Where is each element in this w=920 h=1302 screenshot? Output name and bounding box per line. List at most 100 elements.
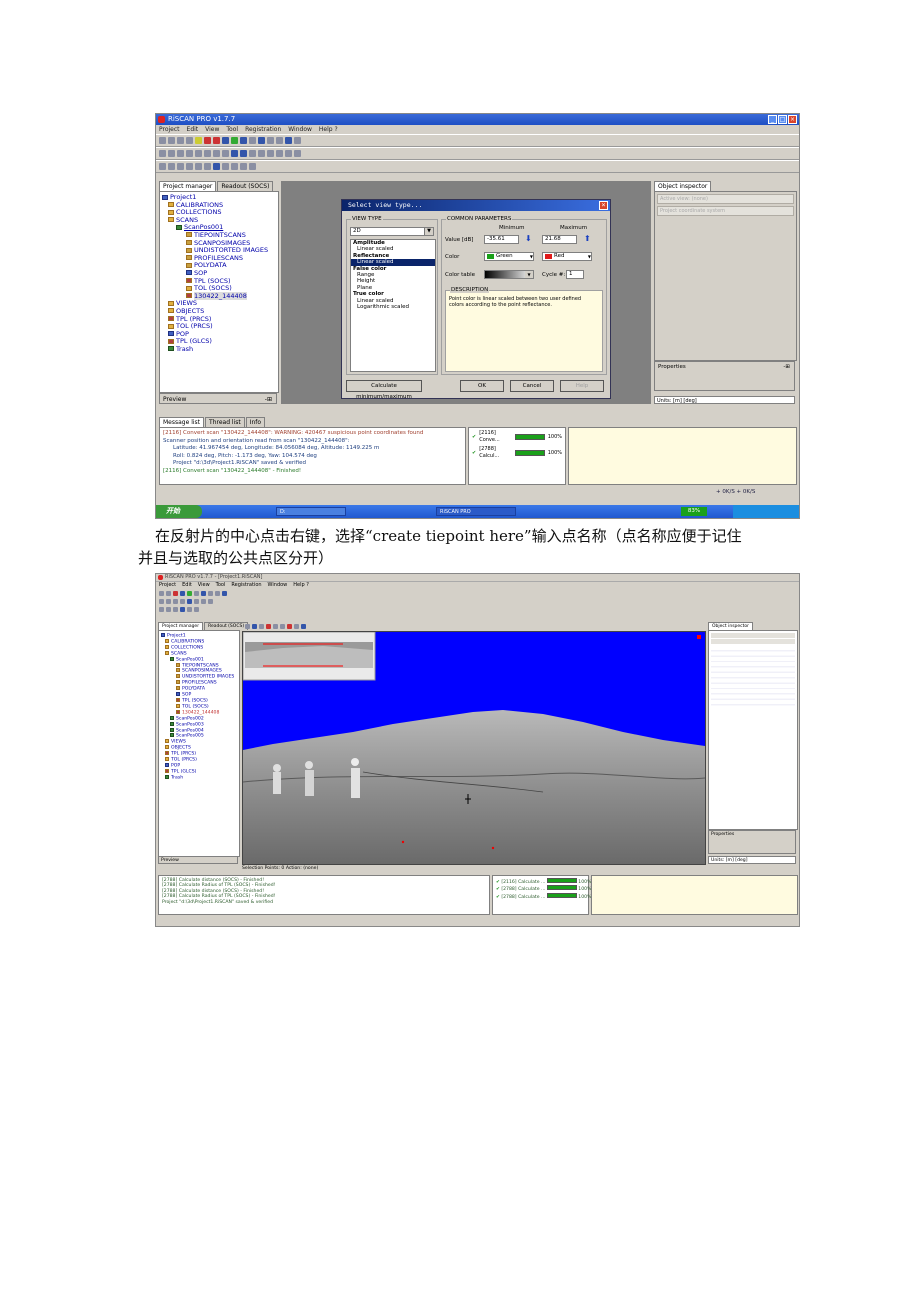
zoom-icon[interactable] bbox=[173, 598, 178, 604]
menu-edit[interactable]: Edit bbox=[182, 582, 192, 589]
tab-object-inspector[interactable]: Object inspector bbox=[708, 622, 753, 630]
point-icon[interactable] bbox=[222, 163, 229, 170]
scan-icon[interactable] bbox=[222, 137, 229, 144]
close-button[interactable]: × bbox=[788, 115, 797, 124]
scan-icon[interactable] bbox=[180, 590, 185, 596]
doc-icon[interactable] bbox=[159, 163, 166, 170]
menu-registration[interactable]: Registration bbox=[245, 125, 281, 134]
maximize-button[interactable]: □ bbox=[778, 115, 787, 124]
close-icon[interactable]: × bbox=[599, 201, 608, 210]
color-table-select[interactable]: ▼ bbox=[484, 270, 534, 279]
layers-icon[interactable] bbox=[186, 163, 193, 170]
color-icon[interactable] bbox=[213, 163, 220, 170]
arrow-down-icon[interactable]: ⬇ bbox=[525, 234, 532, 243]
light-icon[interactable] bbox=[204, 163, 211, 170]
binoculars-icon[interactable] bbox=[222, 590, 227, 596]
display-icon[interactable] bbox=[301, 623, 306, 629]
filter-icon[interactable] bbox=[159, 150, 166, 157]
menu-view[interactable]: View bbox=[198, 582, 210, 589]
cross-icon[interactable] bbox=[276, 150, 283, 157]
doc-icon[interactable] bbox=[159, 606, 164, 612]
window-icon[interactable] bbox=[258, 137, 265, 144]
new-icon[interactable] bbox=[159, 590, 164, 596]
view-icon[interactable] bbox=[240, 137, 247, 144]
forward-icon[interactable] bbox=[276, 137, 283, 144]
pin-icon[interactable]: -⊞ bbox=[265, 394, 272, 405]
zoom-in-icon[interactable] bbox=[273, 623, 278, 629]
open-icon[interactable] bbox=[166, 590, 171, 596]
mesh-icon[interactable] bbox=[249, 150, 256, 157]
taskbar-item[interactable]: RiSCAN PRO bbox=[436, 507, 516, 516]
tab-object-inspector[interactable]: Object inspector bbox=[654, 181, 712, 191]
triangle-icon[interactable] bbox=[231, 150, 238, 157]
pointer-icon[interactable] bbox=[294, 137, 301, 144]
menu-tool[interactable]: Tool bbox=[216, 582, 226, 589]
point-icon[interactable] bbox=[187, 606, 192, 612]
pan-icon[interactable] bbox=[259, 623, 264, 629]
plane-icon[interactable] bbox=[258, 150, 265, 157]
export-icon[interactable] bbox=[249, 163, 256, 170]
image-icon[interactable] bbox=[187, 590, 192, 596]
zoom-out-icon[interactable] bbox=[280, 623, 285, 629]
menu-registration[interactable]: Registration bbox=[231, 582, 261, 589]
fit-icon[interactable] bbox=[294, 623, 299, 629]
calculate-minmax-button[interactable]: Calculate minimum/maximum bbox=[346, 380, 422, 400]
menu-edit[interactable]: Edit bbox=[187, 125, 199, 134]
taskbar-item[interactable]: D: bbox=[276, 507, 346, 516]
measure-icon[interactable] bbox=[222, 150, 229, 157]
poly-icon[interactable] bbox=[240, 163, 247, 170]
triangle-icon[interactable] bbox=[187, 598, 192, 604]
tab-message-list[interactable]: Message list bbox=[159, 417, 205, 427]
menu-project[interactable]: Project bbox=[159, 582, 176, 589]
menu-view[interactable]: View bbox=[205, 125, 219, 134]
cloud-icon[interactable] bbox=[285, 150, 292, 157]
tree-item[interactable]: POLYDATA bbox=[162, 262, 276, 270]
arrow-up-icon[interactable]: ⬆ bbox=[584, 234, 591, 243]
line-icon[interactable] bbox=[231, 163, 238, 170]
select-icon[interactable] bbox=[166, 598, 171, 604]
rotate-icon[interactable] bbox=[204, 150, 211, 157]
back-icon[interactable] bbox=[208, 590, 213, 596]
copy-icon[interactable] bbox=[168, 163, 175, 170]
tab-readout[interactable]: Readout (SOCS) bbox=[217, 181, 274, 191]
binoculars-icon[interactable] bbox=[285, 137, 292, 144]
select-icon[interactable] bbox=[168, 150, 175, 157]
menu-window[interactable]: Window bbox=[288, 125, 312, 134]
delete-icon[interactable] bbox=[177, 137, 184, 144]
measure-icon[interactable] bbox=[180, 598, 185, 604]
max-value-field[interactable]: 21.68 bbox=[542, 235, 577, 244]
max-color-select[interactable]: Red ▼ bbox=[542, 252, 592, 261]
tab-project-manager[interactable]: Project manager bbox=[158, 622, 204, 630]
table-icon[interactable] bbox=[294, 150, 301, 157]
paste-icon[interactable] bbox=[177, 163, 184, 170]
back-icon[interactable] bbox=[267, 137, 274, 144]
window-icon[interactable] bbox=[201, 590, 206, 596]
menu-help[interactable]: Help ? bbox=[293, 582, 309, 589]
move-icon[interactable] bbox=[195, 150, 202, 157]
ok-button[interactable]: OK bbox=[460, 380, 504, 392]
undo-icon[interactable] bbox=[287, 623, 292, 629]
menu-window[interactable]: Window bbox=[268, 582, 288, 589]
list-item[interactable]: Logarithmic scaled bbox=[351, 304, 435, 310]
info-icon[interactable] bbox=[201, 598, 206, 604]
cycle-spinner[interactable]: 1 bbox=[566, 270, 584, 279]
zoom-icon[interactable] bbox=[213, 150, 220, 157]
mesh-icon[interactable] bbox=[194, 598, 199, 604]
start-button[interactable]: 开始 bbox=[156, 505, 202, 518]
circle-icon[interactable] bbox=[186, 150, 193, 157]
folder-icon[interactable] bbox=[195, 137, 202, 144]
view-type-list[interactable]: Amplitude Linear scaled Reflectance Line… bbox=[350, 239, 436, 372]
open-icon[interactable] bbox=[168, 137, 175, 144]
stop-icon[interactable] bbox=[173, 590, 178, 596]
export-icon[interactable] bbox=[194, 606, 199, 612]
min-value-field[interactable]: -35.61 bbox=[484, 235, 519, 244]
color-icon[interactable] bbox=[180, 606, 185, 612]
tab-thread-list[interactable]: Thread list bbox=[205, 417, 245, 427]
copy-icon[interactable] bbox=[166, 606, 171, 612]
tab-project-manager[interactable]: Project manager bbox=[159, 181, 217, 191]
tree-item[interactable]: Trash bbox=[161, 774, 237, 781]
rect-icon[interactable] bbox=[177, 150, 184, 157]
min-color-select[interactable]: Green ▼ bbox=[484, 252, 534, 261]
settings-icon[interactable] bbox=[186, 137, 193, 144]
camera-icon[interactable] bbox=[195, 163, 202, 170]
